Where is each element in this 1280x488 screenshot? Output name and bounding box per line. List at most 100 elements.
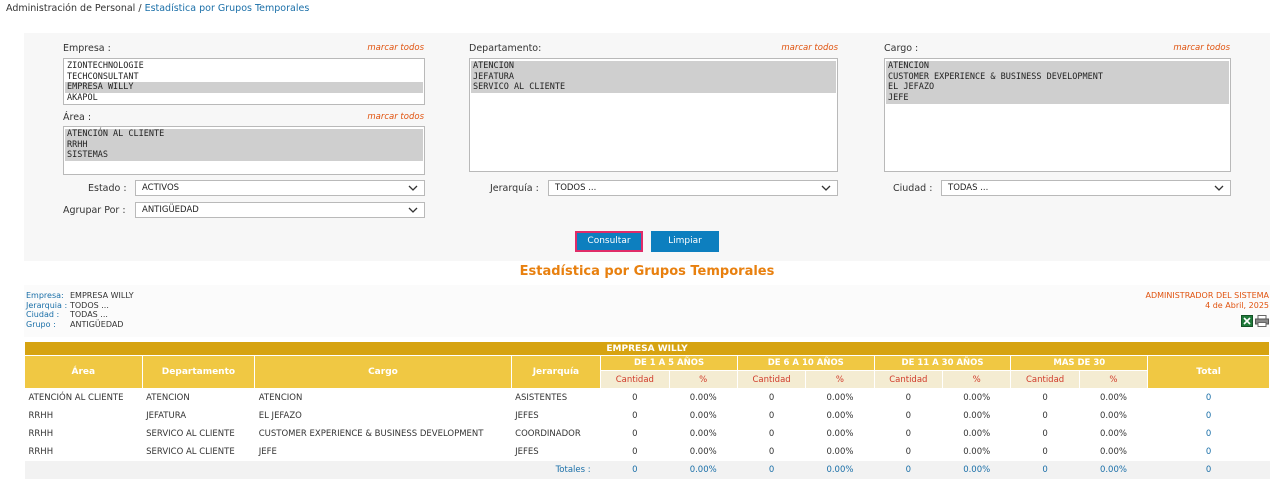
ciudad-select[interactable]: TODAS ...	[941, 180, 1231, 196]
table-row: ATENCIÓN AL CLIENTE ATENCION ATENCION ASIST…	[24, 388, 1270, 407]
sub-cantidad: Cantidad	[736, 370, 807, 389]
breadcrumb-parent[interactable]: Administración de Personal	[6, 3, 135, 14]
list-option[interactable]: EMPRESA WILLY	[65, 82, 423, 94]
col-departamento[interactable]: Departamento	[141, 355, 256, 389]
cell-area: ATENCIÓN AL CLIENTE	[24, 388, 143, 407]
cell-cantidad: 0	[874, 424, 943, 443]
chevron-down-icon	[821, 185, 831, 191]
grand-total[interactable]: 0	[1147, 460, 1270, 479]
departamento-listbox[interactable]: ATENCION JEFATURA SERVICO AL CLIENTE	[469, 58, 838, 172]
chevron-down-icon	[408, 207, 418, 213]
area-mark-all-link[interactable]: marcar todos	[330, 112, 424, 122]
cell-total-link[interactable]: 0	[1147, 442, 1270, 461]
sub-cantidad: Cantidad	[1010, 370, 1080, 389]
list-option[interactable]: ATENCION	[886, 61, 1229, 72]
cell-jerarquia: JEFES	[511, 406, 601, 425]
consultar-button[interactable]: Consultar	[575, 231, 643, 252]
col-range: DE 6 A 10 AÑOS	[736, 355, 875, 371]
cell-percent: 0.00%	[942, 442, 1011, 461]
cell-percent: 0.00%	[1079, 406, 1148, 425]
agrupar-select[interactable]: ANTIGÜEDAD	[135, 202, 425, 218]
area-listbox[interactable]: ATENCIÓN AL CLIENTE RRHH SISTEMAS	[63, 126, 425, 175]
cell-departamento: SERVICO AL CLIENTE	[142, 442, 255, 461]
cell-percent: 0.00%	[805, 406, 875, 425]
cell-percent: 0.00%	[1079, 424, 1148, 443]
col-jerarquia[interactable]: Jerarquía	[510, 355, 602, 389]
cell-cargo: JEFE	[254, 442, 512, 461]
info-value: TODOS ...	[70, 300, 109, 310]
sub-percent: %	[1078, 370, 1149, 389]
cell-percent: 0.00%	[942, 406, 1011, 425]
breadcrumb-current[interactable]: Estadística por Grupos Temporales	[145, 3, 310, 14]
list-option[interactable]: RRHH	[65, 139, 423, 151]
list-option[interactable]: SERVICO AL CLIENTE	[471, 82, 836, 94]
cell-cantidad: 0	[600, 424, 670, 443]
info-key: Empresa:	[26, 291, 64, 300]
list-option[interactable]: SISTEMAS	[65, 150, 423, 162]
list-option[interactable]: ATENCION	[471, 61, 836, 72]
cell-departamento: SERVICO AL CLIENTE	[142, 424, 255, 443]
cell-percent: 0.00%	[805, 388, 875, 407]
list-option[interactable]: AKAPOL	[65, 93, 423, 104]
info-line: Grupo : ANTIGÜEDAD	[26, 320, 134, 330]
estado-value: ACTIVOS	[142, 183, 180, 193]
info-key: Ciudad :	[26, 310, 60, 319]
sub-percent: %	[805, 370, 875, 389]
cell-percent: 0.00%	[669, 406, 738, 425]
departamento-mark-all-link[interactable]: marcar todos	[744, 43, 838, 53]
table-row: RRHH SERVICO AL CLIENTE CUSTOMER EXPERIENC…	[24, 424, 1270, 443]
admin-name: ADMINISTRADOR DEL SISTEMA	[1145, 291, 1269, 300]
info-value: EMPRESA WILLY	[70, 291, 134, 300]
estado-select[interactable]: ACTIVOS	[135, 180, 425, 196]
sub-cantidad: Cantidad	[600, 370, 670, 389]
col-range: MAS DE 30	[1010, 355, 1149, 371]
jerarquia-select[interactable]: TODOS ...	[548, 180, 838, 196]
cell-cantidad: 0	[1010, 406, 1080, 425]
info-value: TODAS ...	[70, 310, 108, 319]
list-option[interactable]: JEFATURA	[471, 71, 836, 83]
list-option[interactable]: ZIONTECHNOLOGIE	[65, 61, 423, 72]
empresa-listbox[interactable]: ZIONTECHNOLOGIE TECHCONSULTANT EMPRESA WIL…	[63, 58, 425, 105]
col-cargo[interactable]: Cargo	[254, 355, 512, 389]
cargo-listbox[interactable]: ATENCION CUSTOMER EXPERIENCE & BUSINESS D…	[884, 58, 1231, 172]
sub-percent: %	[942, 370, 1012, 389]
list-option[interactable]: JEFE	[886, 93, 1229, 104]
ciudad-value: TODAS ...	[948, 183, 989, 193]
print-icon[interactable]	[1255, 315, 1269, 327]
report-author: ADMINISTRADOR DEL SISTEMA 4 de Abril, 20…	[1000, 291, 1269, 310]
cell-cargo: EL JEFAZO	[254, 406, 512, 425]
cell-cantidad: 0	[600, 406, 670, 425]
info-line: Empresa: EMPRESA WILLY	[26, 291, 134, 301]
empresa-mark-all-link[interactable]: marcar todos	[330, 43, 424, 53]
cell-cantidad: 0	[737, 388, 806, 407]
cell-area: RRHH	[24, 406, 143, 425]
limpiar-button[interactable]: Limpiar	[651, 231, 719, 252]
list-option[interactable]: EL JEFAZO	[886, 82, 1229, 94]
cell-cantidad: 0	[874, 442, 943, 461]
list-option[interactable]: ATENCIÓN AL CLIENTE	[65, 129, 423, 140]
cell-cantidad: 0	[737, 442, 806, 461]
total-cantidad: 0	[737, 460, 806, 479]
list-option[interactable]: CUSTOMER EXPERIENCE & BUSINESS DEVELOPME…	[886, 71, 1229, 83]
cell-percent: 0.00%	[669, 442, 738, 461]
jerarquia-value: TODOS ...	[555, 183, 597, 193]
total-percent: 0.00%	[942, 460, 1011, 479]
estado-label: Estado :	[88, 183, 127, 194]
cargo-label: Cargo :	[884, 43, 919, 54]
list-option[interactable]: TECHCONSULTANT	[65, 72, 423, 83]
cell-cantidad: 0	[1010, 442, 1080, 461]
cargo-mark-all-link[interactable]: marcar todos	[1136, 43, 1230, 53]
cell-percent: 0.00%	[1079, 388, 1148, 407]
breadcrumb-separator: /	[135, 3, 145, 14]
excel-icon[interactable]	[1241, 315, 1253, 327]
cell-total-link[interactable]: 0	[1147, 388, 1270, 407]
cell-cantidad: 0	[737, 406, 806, 425]
cell-total-link[interactable]: 0	[1147, 424, 1270, 443]
cell-percent: 0.00%	[805, 424, 875, 443]
col-total[interactable]: Total	[1147, 355, 1270, 389]
col-area[interactable]: Área	[24, 355, 143, 389]
cell-jerarquia: JEFES	[511, 442, 601, 461]
cell-cantidad: 0	[874, 388, 943, 407]
chevron-down-icon	[408, 185, 418, 191]
cell-total-link[interactable]: 0	[1147, 406, 1270, 425]
